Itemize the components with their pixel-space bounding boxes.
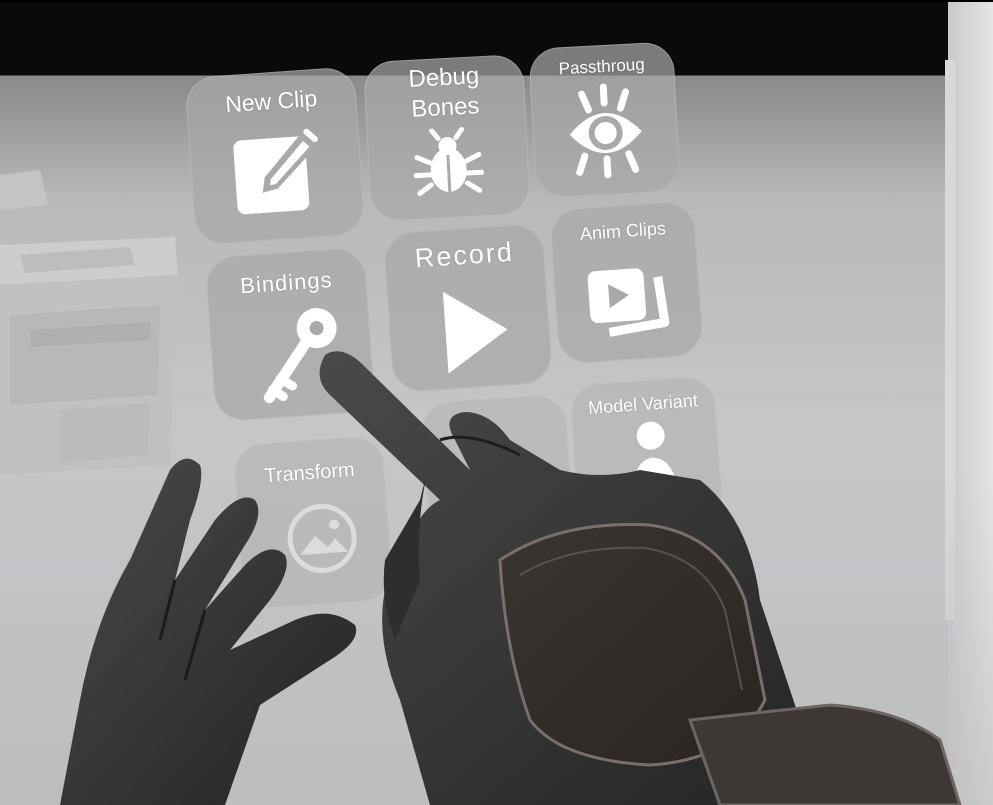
void-top	[0, 0, 993, 2]
edit-icon	[233, 128, 318, 215]
play-icon	[442, 291, 508, 374]
anim-clips-button[interactable]: Anim Clips	[548, 200, 705, 365]
record-label: Record	[413, 236, 515, 274]
passthrough-button[interactable]: Passthroug	[528, 41, 681, 199]
bug-icon	[413, 126, 485, 196]
new-clip-label: New Clip	[224, 84, 318, 118]
bindings-button[interactable]: Bindings	[204, 246, 376, 423]
model-variant-label: Model Variant	[587, 390, 699, 418]
new-clip-button[interactable]: New Clip	[184, 66, 366, 246]
anim-clips-label: Anim Clips	[579, 218, 667, 245]
debug-bones-label-2: Bones	[410, 92, 481, 123]
image-icon	[287, 503, 357, 573]
video-library-icon	[587, 268, 670, 337]
person-icon	[633, 421, 680, 506]
record-button[interactable]: Record	[382, 222, 554, 394]
transform-label: Transform	[263, 458, 356, 488]
passthrough-label: Passthroug	[558, 54, 646, 79]
background-furniture	[0, 170, 178, 475]
debug-bones-button[interactable]: Debug Bones	[362, 53, 532, 223]
key-icon	[263, 308, 337, 404]
vr-scene: New Clip Debug Bones Passthroug Bindings…	[0, 0, 993, 805]
hidden-menu-button[interactable]	[419, 393, 576, 553]
model-variant-button[interactable]: Model Variant	[568, 375, 725, 535]
transform-button[interactable]: Transform	[232, 434, 394, 611]
bindings-label: Bindings	[239, 266, 334, 299]
eye-icon	[569, 83, 642, 179]
